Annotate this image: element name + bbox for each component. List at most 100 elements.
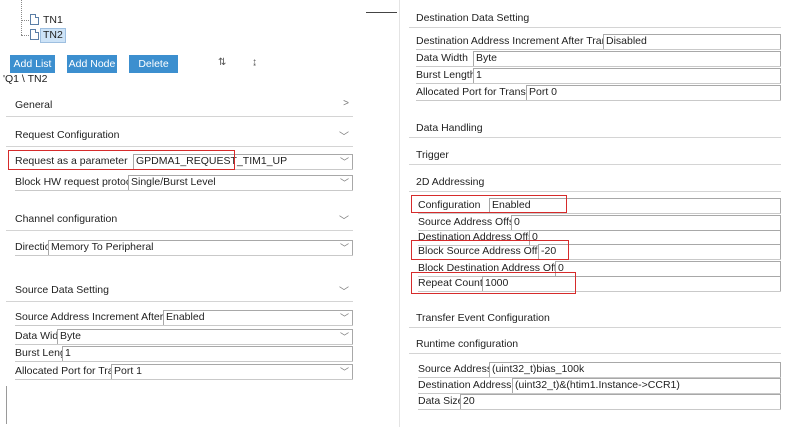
- tree-connector: [21, 20, 29, 21]
- data-size-row: Data Size 20: [418, 394, 781, 410]
- field-value: Byte: [60, 330, 82, 342]
- dst-increment-row: Destination Address Increment After Tran…: [416, 34, 781, 50]
- source-address-row: Source Address (uint32_t)bias_100k: [418, 362, 781, 378]
- dst-width-row: Data Width Byte: [416, 51, 781, 67]
- src-port-dropdown[interactable]: Port 1 ﹀: [111, 364, 353, 379]
- field-value: Enabled: [166, 311, 205, 323]
- block-hw-row: Block HW request protocol Single/Burst L…: [15, 175, 353, 191]
- section-trigger[interactable]: Trigger: [409, 145, 781, 165]
- section-channel-configuration[interactable]: Channel configuration ﹀: [6, 207, 353, 231]
- dst-port-row: Allocated Port for Transfer Port 0: [416, 85, 781, 101]
- section-title: Trigger: [416, 149, 449, 161]
- tree-connector: [21, 35, 29, 36]
- field-label: Data Size: [418, 395, 464, 407]
- dst-width-dropdown[interactable]: Byte: [473, 51, 781, 66]
- src-burst-row: Burst Length 1: [15, 346, 353, 362]
- data-size-input[interactable]: 20: [460, 394, 781, 409]
- chevron-down-icon: ﹀: [339, 178, 349, 188]
- chevron-down-icon: ﹀: [339, 287, 349, 298]
- sort-descending-icon[interactable]: ↨: [252, 57, 257, 69]
- field-label: Allocated Port for Transfer: [416, 86, 538, 98]
- field-value: 20: [463, 395, 475, 407]
- breadcrumb: 'Q1 \ TN2: [3, 73, 48, 85]
- add-list-button[interactable]: Add List: [10, 55, 55, 73]
- field-value: (uint32_t)bias_100k: [492, 363, 585, 375]
- section-general[interactable]: General >: [6, 93, 353, 117]
- section-title: General: [15, 99, 53, 111]
- block-src-offset-input[interactable]: -20: [538, 244, 781, 259]
- panel-divider: [399, 0, 400, 427]
- section-title: 2D Addressing: [416, 176, 485, 188]
- section-destination-data-setting[interactable]: Destination Data Setting: [409, 8, 781, 28]
- section-title: Transfer Event Configuration: [416, 312, 550, 324]
- field-label: Data Width: [416, 52, 468, 64]
- field-value: Memory To Peripheral: [51, 241, 154, 253]
- highlight-box: [411, 195, 567, 213]
- direction-dropdown[interactable]: Memory To Peripheral ﹀: [48, 240, 353, 255]
- document-icon: [30, 14, 39, 25]
- section-title: Data Handling: [416, 122, 483, 134]
- chevron-down-icon: ﹀: [339, 157, 349, 167]
- src-offset-input[interactable]: 0: [511, 215, 781, 230]
- chevron-right-icon: >: [343, 98, 349, 109]
- tree-node-label: TN2: [40, 28, 66, 43]
- field-value: (uint32_t)&(htim1.Instance->CCR1): [515, 379, 680, 391]
- scroll-edge: [6, 386, 7, 424]
- field-label: Source Address Offset: [418, 216, 523, 228]
- field-value: 1: [65, 347, 71, 359]
- destination-address-input[interactable]: (uint32_t)&(htim1.Instance->CCR1): [512, 378, 781, 393]
- chevron-down-icon: ﹀: [339, 332, 349, 342]
- highlight-box: [8, 150, 235, 170]
- highlight-box: [411, 240, 569, 260]
- block-hw-dropdown[interactable]: Single/Burst Level ﹀: [128, 175, 353, 190]
- chevron-down-icon: ﹀: [339, 216, 349, 227]
- highlight-box: [411, 272, 576, 294]
- section-request-configuration[interactable]: Request Configuration ﹀: [6, 123, 353, 147]
- chevron-down-icon: ﹀: [339, 132, 349, 143]
- field-value: Port 0: [529, 86, 558, 98]
- section-title: Destination Data Setting: [416, 12, 530, 24]
- dst-port-dropdown[interactable]: Port 0: [526, 85, 781, 100]
- section-data-handling[interactable]: Data Handling: [409, 118, 781, 138]
- section-title: Runtime configuration: [416, 338, 519, 350]
- chevron-down-icon: ﹀: [339, 313, 349, 323]
- section-title: Request Configuration: [15, 129, 120, 141]
- src-width-row: Data Width Byte ﹀: [15, 329, 353, 345]
- field-value: Byte: [476, 52, 498, 64]
- block-dst-offset-input[interactable]: 0: [555, 261, 781, 276]
- field-value: 1: [476, 69, 482, 81]
- field-label: Block HW request protocol: [15, 176, 140, 188]
- field-label: Burst Length: [416, 69, 476, 81]
- section-source-data-setting[interactable]: Source Data Setting ﹀: [6, 278, 353, 302]
- tree-connector: [21, 0, 22, 35]
- section-runtime-configuration[interactable]: Runtime configuration: [409, 334, 781, 354]
- field-value: Single/Burst Level: [131, 176, 216, 188]
- src-width-dropdown[interactable]: Byte ﹀: [57, 329, 353, 344]
- src-port-row: Allocated Port for Transfer Port 1 ﹀: [15, 364, 353, 380]
- source-address-input[interactable]: (uint32_t)bias_100k: [489, 362, 781, 377]
- panel-separator-line: [366, 12, 397, 13]
- src-increment-row: Source Address Increment After Transfer …: [15, 310, 353, 326]
- src-increment-dropdown[interactable]: Enabled ﹀: [163, 310, 353, 325]
- dst-increment-dropdown[interactable]: Disabled: [603, 34, 781, 49]
- dst-burst-input[interactable]: 1: [473, 68, 781, 83]
- field-label: Destination Address Increment After Tran…: [416, 35, 625, 47]
- field-value: 0: [514, 216, 520, 228]
- add-node-button[interactable]: Add Node: [67, 55, 117, 73]
- section-2d-addressing[interactable]: 2D Addressing: [409, 172, 781, 192]
- dst-burst-row: Burst Length 1: [416, 68, 781, 84]
- direction-row: Direction Memory To Peripheral ﹀: [15, 240, 353, 256]
- section-title: Channel configuration: [15, 213, 118, 225]
- src-burst-input[interactable]: 1: [62, 346, 353, 361]
- field-label: Source Address: [418, 363, 493, 375]
- chevron-down-icon: ﹀: [339, 243, 349, 253]
- chevron-down-icon: ﹀: [339, 367, 349, 377]
- sort-ascending-icon[interactable]: ⇅: [218, 57, 226, 69]
- section-title: Source Data Setting: [15, 284, 109, 296]
- src-offset-row: Source Address Offset 0: [418, 215, 781, 231]
- field-value: Port 1: [114, 365, 143, 377]
- tree-node-label: TN1: [43, 14, 63, 26]
- destination-address-row: Destination Address (uint32_t)&(htim1.In…: [418, 378, 781, 394]
- section-transfer-event-configuration[interactable]: Transfer Event Configuration: [409, 308, 781, 328]
- delete-button[interactable]: Delete: [129, 55, 178, 73]
